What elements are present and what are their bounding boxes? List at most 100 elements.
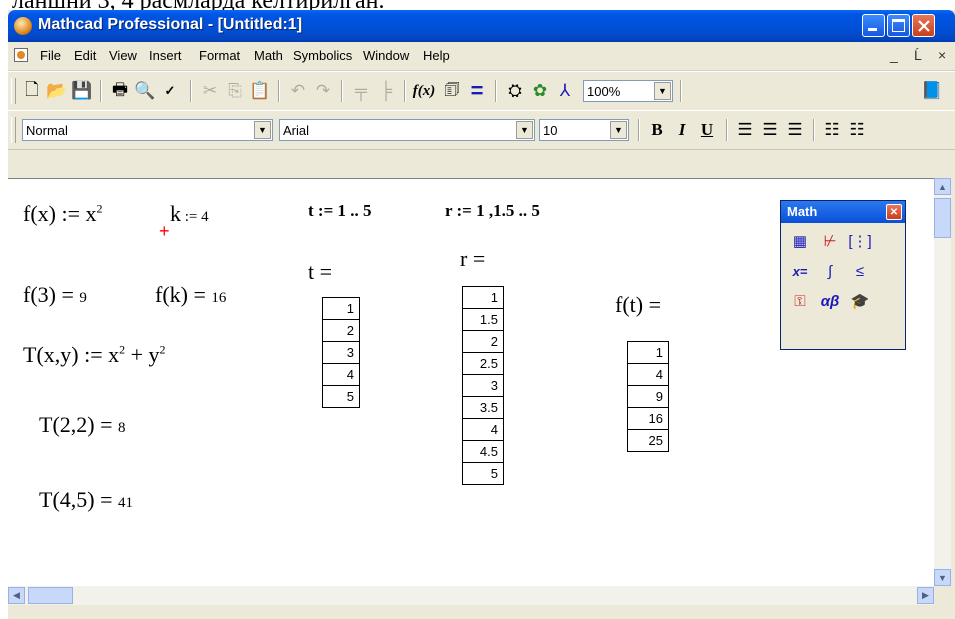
menu-format[interactable]: Format bbox=[199, 48, 240, 63]
print-preview-icon[interactable]: 🔍 bbox=[133, 79, 157, 103]
style-select[interactable]: Normal ▼ bbox=[22, 119, 273, 141]
font-select[interactable]: Arial ▼ bbox=[279, 119, 535, 141]
insert-function-icon[interactable]: f(x) bbox=[412, 79, 436, 103]
italic-button[interactable]: I bbox=[670, 118, 694, 142]
r-results-table[interactable]: 1 1.5 2 2.5 3 3.5 4 4.5 5 bbox=[462, 286, 504, 485]
vertical-scrollbar[interactable]: ▲ ▼ bbox=[934, 178, 951, 586]
chevron-down-icon[interactable]: ▼ bbox=[610, 121, 627, 139]
symbolic-icon[interactable]: 🎓 bbox=[847, 289, 873, 313]
evaluation-icon[interactable]: x= bbox=[787, 259, 813, 283]
menu-file[interactable]: File bbox=[40, 48, 61, 63]
boolean-icon[interactable]: ≤ bbox=[847, 259, 873, 283]
chevron-down-icon[interactable]: ▼ bbox=[654, 82, 671, 100]
menu-view[interactable]: View bbox=[109, 48, 137, 63]
ft-eq-label[interactable]: f(t) = bbox=[615, 292, 661, 318]
T-definition[interactable]: T(x,y) := x2 + y2 bbox=[23, 342, 166, 368]
font-size-value: 10 bbox=[543, 123, 558, 138]
toolbar-grip[interactable] bbox=[11, 78, 16, 104]
spell-check-icon[interactable]: ✓ bbox=[158, 79, 182, 103]
calculate-icon[interactable]: = bbox=[465, 78, 489, 103]
doc-close-button[interactable]: × bbox=[938, 47, 946, 63]
menu-insert[interactable]: Insert bbox=[149, 48, 182, 63]
font-size-select[interactable]: 10 ▼ bbox=[539, 119, 629, 141]
horizontal-scrollbar[interactable]: ◀ ▶ bbox=[8, 586, 934, 605]
maximize-button[interactable] bbox=[887, 14, 910, 37]
table-cell: 4 bbox=[322, 363, 360, 386]
menu-math[interactable]: Math bbox=[254, 48, 283, 63]
t-range-definition[interactable]: t := 1 .. 5 bbox=[308, 201, 372, 221]
f-definition[interactable]: f(x) := x2 bbox=[23, 201, 103, 227]
programming-icon[interactable]: ⚿ bbox=[787, 289, 813, 313]
undo-icon[interactable]: ↶ bbox=[286, 79, 310, 103]
calculus-icon[interactable]: ∫ bbox=[817, 259, 843, 283]
k-definition[interactable]: k := 4 bbox=[170, 201, 209, 227]
table-row: 4.5 bbox=[462, 440, 504, 463]
scroll-up-icon[interactable]: ▲ bbox=[934, 178, 951, 195]
chevron-down-icon[interactable]: ▼ bbox=[254, 121, 271, 139]
cut-icon[interactable]: ✂ bbox=[198, 79, 222, 103]
title-bar[interactable]: Mathcad Professional - [Untitled:1] bbox=[8, 10, 955, 42]
table-row: 4 bbox=[627, 363, 669, 386]
scroll-left-icon[interactable]: ◀ bbox=[8, 587, 25, 604]
table-row: 2 bbox=[322, 319, 360, 342]
copy-icon[interactable]: ⎘ bbox=[223, 79, 247, 103]
toolbar-grip[interactable] bbox=[11, 117, 16, 143]
horizontal-scroll-thumb[interactable] bbox=[28, 587, 73, 604]
print-icon[interactable]: 🖶 bbox=[108, 79, 132, 103]
bullet-list-icon[interactable]: ☷ bbox=[820, 118, 844, 142]
align-across-icon[interactable]: ╤ bbox=[349, 79, 373, 103]
scroll-down-icon[interactable]: ▼ bbox=[934, 569, 951, 586]
close-button[interactable] bbox=[912, 14, 935, 37]
resource-center-icon[interactable]: ✿ bbox=[528, 79, 552, 103]
palette-close-icon[interactable]: ✕ bbox=[886, 204, 902, 220]
f-def-text: f(x) := x bbox=[23, 201, 97, 226]
align-down-icon[interactable]: ╞ bbox=[374, 79, 398, 103]
numbered-list-icon[interactable]: ☷ bbox=[845, 118, 869, 142]
fk-evaluation[interactable]: f(k) = 16 bbox=[155, 282, 226, 308]
insert-hyperlink-icon[interactable]: ⅄ bbox=[553, 79, 577, 103]
align-left-icon[interactable]: ☰ bbox=[733, 118, 757, 142]
math-palette[interactable]: Math ✕ ▦ ⊬ [⋮] x= ∫ ≤ ⚿ αβ 🎓 bbox=[780, 200, 906, 350]
T45-evaluation[interactable]: T(4,5) = 41 bbox=[39, 487, 133, 513]
r-range-definition[interactable]: r := 1 ,1.5 .. 5 bbox=[445, 201, 540, 221]
new-document-icon[interactable]: 🗋 bbox=[20, 79, 44, 103]
greek-icon[interactable]: αβ bbox=[817, 289, 843, 313]
graph-icon[interactable]: ⊬ bbox=[817, 229, 843, 253]
minimize-button[interactable] bbox=[862, 14, 885, 37]
save-icon[interactable]: 💾 bbox=[70, 79, 94, 103]
menu-window[interactable]: Window bbox=[363, 48, 409, 63]
redo-icon[interactable]: ↷ bbox=[311, 79, 335, 103]
table-row: 1 bbox=[322, 297, 360, 320]
r-eq-label[interactable]: r = bbox=[460, 246, 485, 272]
menu-help[interactable]: Help bbox=[423, 48, 450, 63]
toolbar-separator bbox=[404, 80, 406, 102]
t-eq-label[interactable]: t = bbox=[308, 259, 332, 285]
menu-symbolics[interactable]: Symbolics bbox=[293, 48, 352, 63]
menu-edit[interactable]: Edit bbox=[74, 48, 96, 63]
align-right-icon[interactable]: ☰ bbox=[783, 118, 807, 142]
table-row: 9 bbox=[627, 385, 669, 408]
align-center-icon[interactable]: ☰ bbox=[758, 118, 782, 142]
help-book-icon[interactable]: 📘 bbox=[920, 79, 944, 103]
t-results-table[interactable]: 1 2 3 4 5 bbox=[322, 297, 360, 408]
table-row: 3 bbox=[462, 374, 504, 397]
f3-evaluation[interactable]: f(3) = 9 bbox=[23, 282, 87, 308]
bold-button[interactable]: B bbox=[645, 118, 669, 142]
paste-icon[interactable]: 📋 bbox=[248, 79, 272, 103]
matrix-icon[interactable]: [⋮] bbox=[847, 229, 873, 253]
chevron-down-icon[interactable]: ▼ bbox=[516, 121, 533, 139]
calculator-icon[interactable]: ▦ bbox=[787, 229, 813, 253]
vertical-scroll-thumb[interactable] bbox=[934, 198, 951, 238]
math-palette-titlebar[interactable]: Math ✕ bbox=[781, 201, 905, 223]
ft-results-table[interactable]: 1 4 9 16 25 bbox=[627, 341, 669, 452]
insert-unit-icon[interactable]: 🗊 bbox=[440, 79, 464, 103]
insert-component-icon[interactable]: ⛭ bbox=[503, 79, 527, 103]
doc-restore-button[interactable]: Ĺ bbox=[914, 47, 922, 63]
underline-button[interactable]: U bbox=[695, 118, 719, 142]
T22-evaluation[interactable]: T(2,2) = 8 bbox=[39, 412, 126, 438]
doc-minimize-button[interactable]: _ bbox=[890, 47, 898, 63]
document-icon[interactable] bbox=[14, 48, 28, 62]
open-folder-icon[interactable]: 📂 bbox=[45, 79, 69, 103]
zoom-select[interactable]: 100% ▼ bbox=[583, 80, 673, 102]
scroll-right-icon[interactable]: ▶ bbox=[917, 587, 934, 604]
